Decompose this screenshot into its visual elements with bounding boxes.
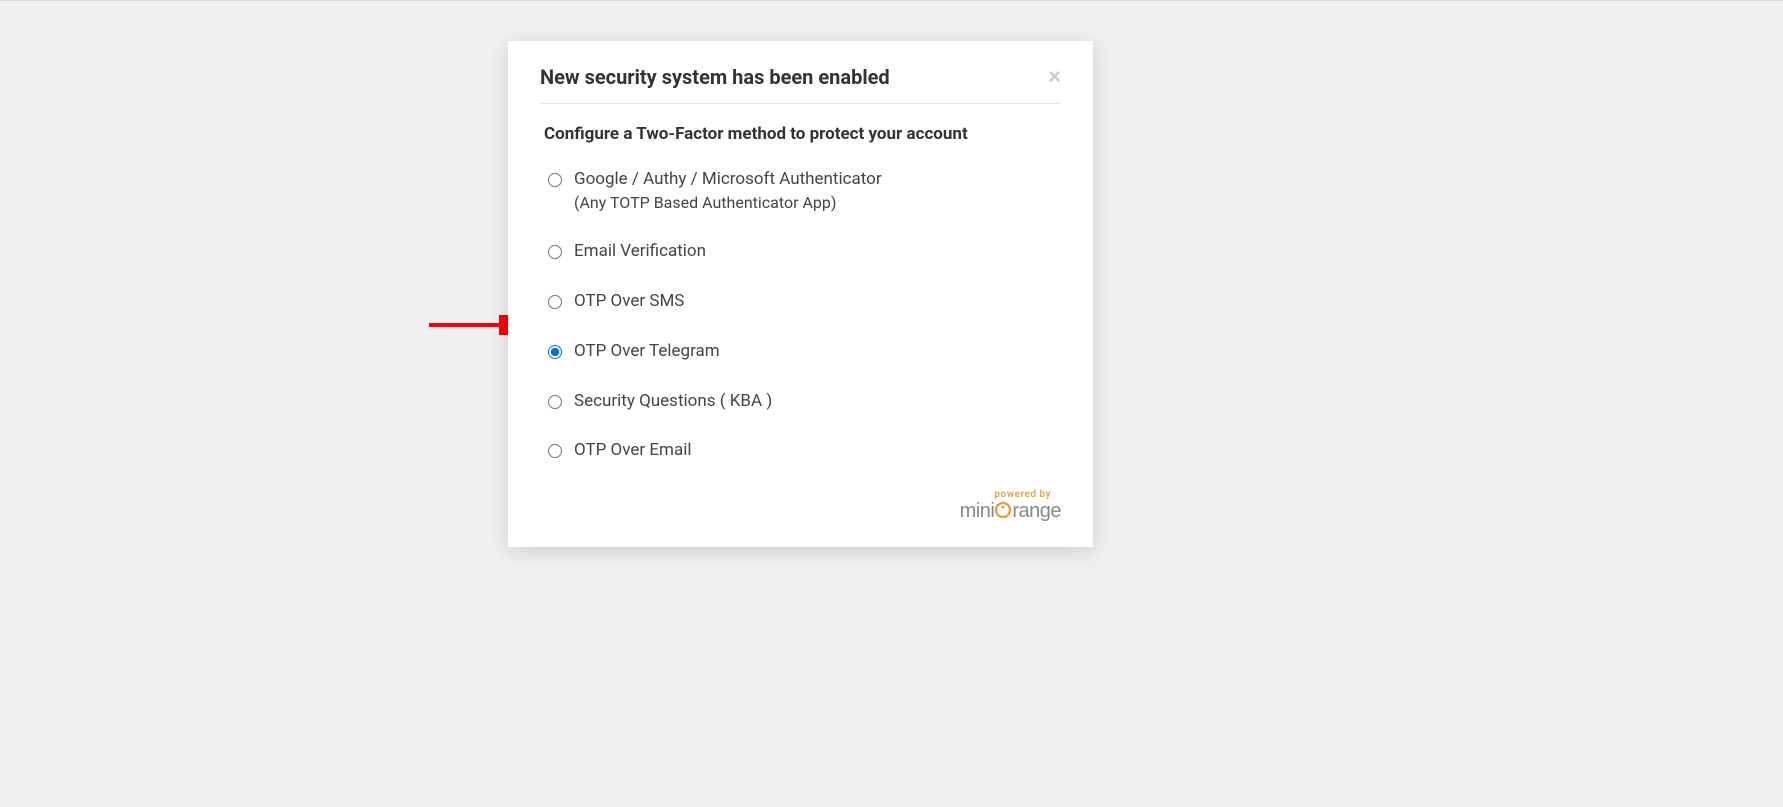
miniorange-logo: minirange xyxy=(960,500,1061,522)
modal-subtitle: Configure a Two-Factor method to protect… xyxy=(540,124,1061,144)
radio-email-verification[interactable] xyxy=(548,245,562,259)
option-label: Security Questions ( KBA ) xyxy=(574,390,772,414)
close-button[interactable]: × xyxy=(1048,66,1061,88)
option-label: Google / Authy / Microsoft Authenticator… xyxy=(574,168,882,214)
two-factor-options: Google / Authy / Microsoft Authenticator… xyxy=(540,168,1061,463)
radio-otp-sms[interactable] xyxy=(548,295,562,309)
modal-header: New security system has been enabled × xyxy=(540,65,1061,104)
option-email-verification[interactable]: Email Verification xyxy=(548,240,1061,264)
option-label: Email Verification xyxy=(574,240,706,264)
radio-otp-telegram[interactable] xyxy=(548,345,562,359)
option-security-questions[interactable]: Security Questions ( KBA ) xyxy=(548,390,1061,414)
option-label: OTP Over SMS xyxy=(574,290,684,314)
radio-kba[interactable] xyxy=(548,395,562,409)
option-label: OTP Over Email xyxy=(574,439,691,463)
modal-footer: powered by minirange xyxy=(540,489,1061,523)
option-otp-email[interactable]: OTP Over Email xyxy=(548,439,1061,463)
modal-title: New security system has been enabled xyxy=(540,65,890,89)
radio-totp[interactable] xyxy=(548,173,562,187)
option-label: OTP Over Telegram xyxy=(574,340,720,364)
option-totp-authenticator[interactable]: Google / Authy / Microsoft Authenticator… xyxy=(548,168,1061,214)
powered-by-label: powered by xyxy=(540,489,1051,500)
option-otp-sms[interactable]: OTP Over SMS xyxy=(548,290,1061,314)
radio-otp-email[interactable] xyxy=(548,444,562,458)
security-modal: New security system has been enabled × C… xyxy=(508,41,1093,547)
option-otp-telegram[interactable]: OTP Over Telegram xyxy=(548,340,1061,364)
